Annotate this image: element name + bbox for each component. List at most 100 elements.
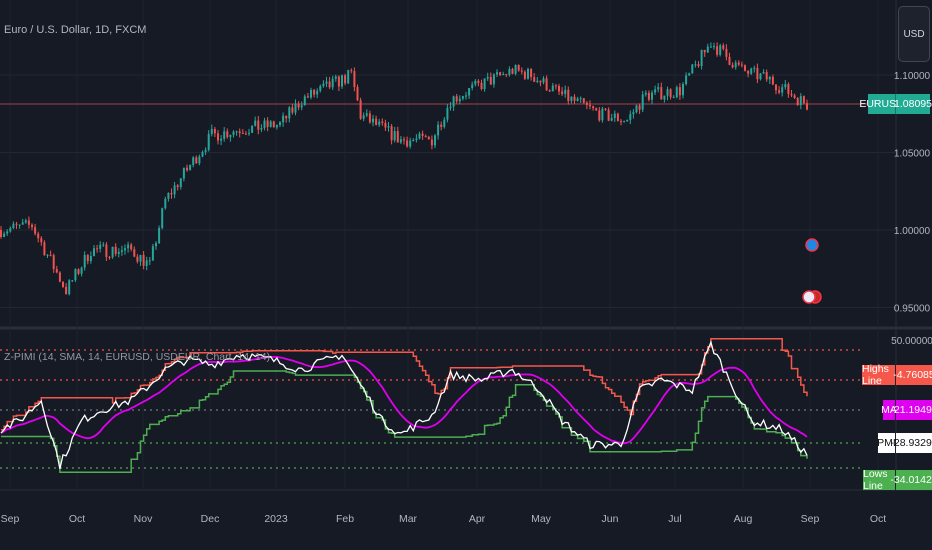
candle-body (644, 92, 647, 95)
candle-body (341, 75, 343, 87)
candle-body (759, 73, 762, 80)
candle-body (700, 49, 703, 67)
candle-body (660, 87, 663, 100)
candle-body (288, 107, 291, 119)
candle-body (471, 84, 474, 89)
candle-body (58, 272, 61, 282)
currency-button[interactable]: USD (898, 6, 930, 62)
candle-body (672, 97, 675, 99)
chart-canvas[interactable]: 1.10000 1.05000 1.00000 0.95000 Sep Oct Nov Dec… (0, 0, 932, 550)
candle-body (232, 131, 235, 135)
candle-body (796, 98, 799, 106)
last-price-value-tag: 1.08095 (894, 94, 932, 114)
candle-body (399, 139, 402, 143)
candle-body (282, 115, 285, 123)
candle-body (235, 131, 238, 133)
candle-body (9, 228, 12, 232)
candle-body (167, 192, 170, 199)
candle-body (27, 220, 30, 225)
candle-body (328, 81, 331, 88)
candle-body (709, 46, 712, 48)
candle-body (151, 246, 154, 261)
candle-body (430, 139, 433, 146)
candle-body (353, 71, 356, 88)
candle-body (62, 281, 64, 287)
candle-body (297, 103, 300, 108)
candle-body (359, 100, 362, 119)
candle-body (362, 115, 365, 119)
candle-body (592, 106, 595, 109)
candle-body (241, 133, 244, 135)
candle-body (725, 48, 728, 57)
candle-body (434, 135, 436, 146)
candle-body (607, 109, 610, 121)
candle-body (412, 139, 415, 141)
candle-body (381, 121, 384, 123)
candle-body (771, 76, 774, 85)
candle-body (158, 228, 161, 244)
candle-body (198, 156, 201, 164)
candle-body (570, 96, 573, 101)
candle-body (257, 120, 260, 130)
candle-body (189, 164, 192, 171)
candle-body (347, 70, 350, 84)
candle-body (313, 89, 316, 95)
candle-body (756, 67, 759, 80)
candle-body (279, 122, 281, 126)
candle-body (325, 81, 328, 84)
candle-body (483, 78, 486, 90)
candle-body (102, 244, 105, 246)
candle-body (638, 105, 641, 110)
candle-body (691, 64, 694, 74)
candle-body (489, 76, 492, 85)
candle-body (449, 106, 452, 108)
candle-body (502, 74, 505, 76)
candle-body (409, 140, 412, 147)
candle-body (536, 80, 539, 82)
candle-body (675, 87, 678, 98)
candle-body (682, 84, 684, 96)
candle-body (49, 254, 52, 256)
candle-body (465, 95, 467, 97)
candle-body (337, 76, 340, 87)
candle-body (74, 269, 77, 281)
candle-body (176, 185, 179, 188)
candle-body (43, 242, 46, 256)
candle-body (238, 131, 241, 134)
candle-body (806, 103, 808, 110)
candle-body (474, 80, 477, 85)
candle-body (734, 62, 737, 68)
indicator-axis-label: 50.00000 (891, 336, 932, 347)
candle-body (589, 104, 591, 107)
candle-body (124, 248, 126, 251)
candle-body (508, 68, 511, 75)
candle-body (576, 98, 579, 101)
candle-body (604, 108, 607, 110)
candle-body (207, 133, 210, 150)
candle-body (105, 244, 108, 257)
candle-body (799, 96, 802, 106)
eu-event-icon (805, 238, 819, 252)
time-tick-label: Feb (336, 513, 354, 525)
candle-body (511, 68, 514, 74)
candle-body (446, 107, 449, 120)
candle-body (334, 76, 337, 79)
candle-body (545, 78, 548, 91)
candle-body (368, 113, 371, 123)
candle-body (558, 86, 560, 92)
candle-body (768, 76, 771, 80)
candle-body (254, 120, 257, 126)
candle-body (657, 87, 660, 90)
candle-body (170, 192, 173, 195)
price-tick-label: 1.10000 (894, 71, 931, 82)
candle-body (406, 140, 409, 147)
candle-body (713, 46, 715, 48)
candle-body (468, 88, 471, 96)
time-tick-label: 2023 (264, 513, 288, 525)
candle-body (244, 133, 247, 135)
candle-body (316, 90, 319, 95)
candle-body (573, 96, 576, 101)
candle-body (496, 72, 498, 75)
candle-body (210, 129, 213, 134)
candle-body (784, 84, 787, 88)
